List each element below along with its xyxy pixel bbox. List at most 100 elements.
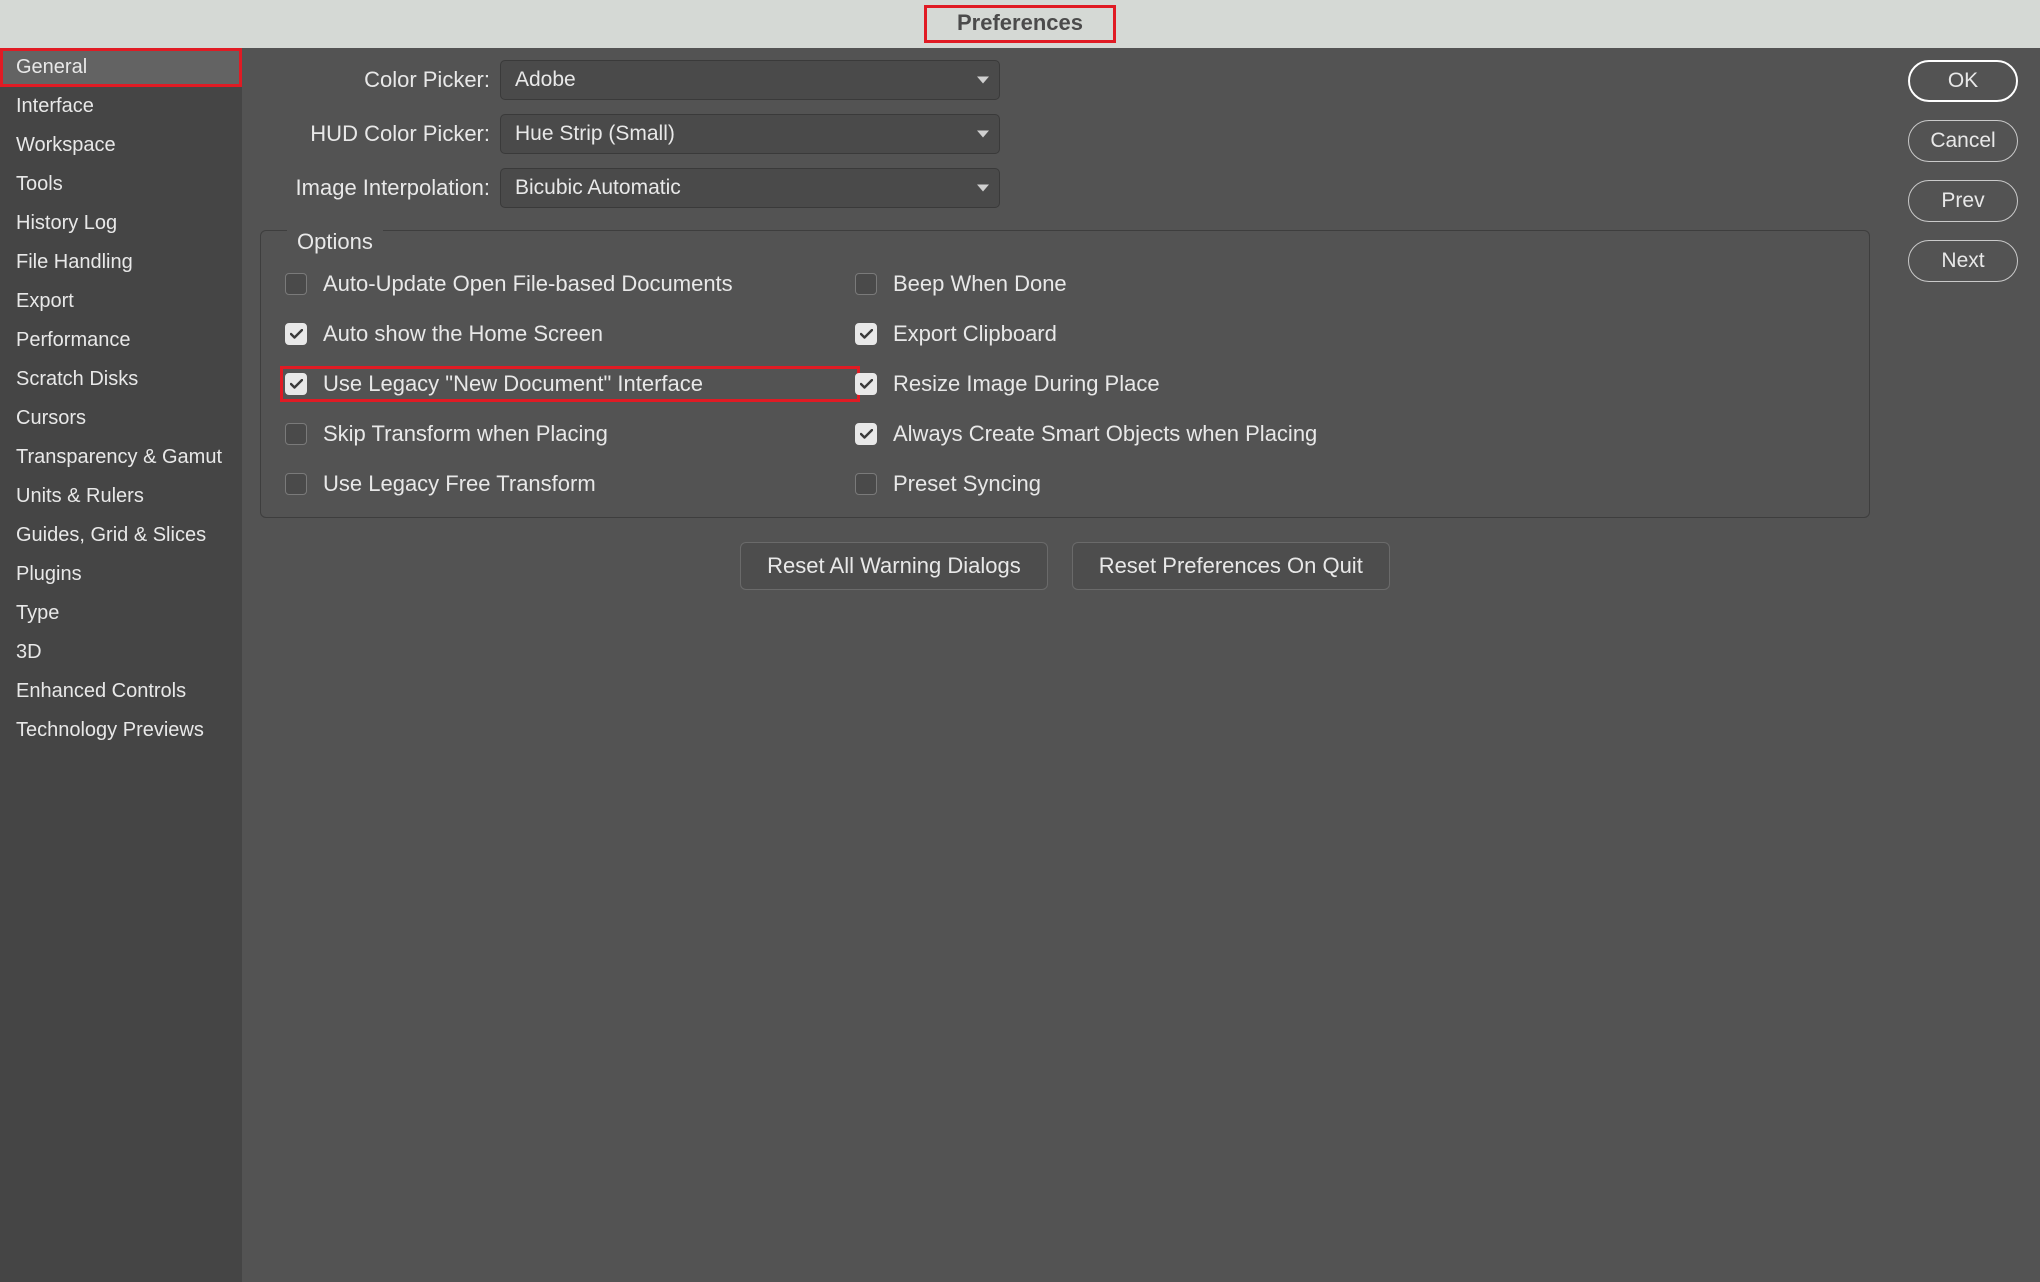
option-label: Beep When Done	[893, 271, 1067, 297]
prev-button[interactable]: Prev	[1908, 180, 2018, 222]
option-auto-update-open-file-based-documents[interactable]: Auto-Update Open File-based Documents	[285, 271, 855, 297]
form-row: Image Interpolation: Bicubic Automatic	[260, 168, 2022, 208]
chevron-down-icon	[977, 131, 989, 138]
sidebar-item-3d[interactable]: 3D	[0, 633, 242, 672]
sidebar-item-plugins[interactable]: Plugins	[0, 555, 242, 594]
sidebar-item-transparency-gamut[interactable]: Transparency & Gamut	[0, 438, 242, 477]
form-row: Color Picker: Adobe	[260, 60, 2022, 100]
sidebar-item-label: Export	[16, 290, 74, 312]
form-label: HUD Color Picker:	[260, 121, 490, 147]
chevron-down-icon	[977, 77, 989, 84]
select-value: Bicubic Automatic	[515, 176, 681, 200]
checkbox[interactable]	[285, 323, 307, 345]
option-use-legacy-new-document-interface[interactable]: Use Legacy "New Document" Interface	[285, 371, 855, 397]
sidebar-item-label: Type	[16, 602, 59, 624]
option-export-clipboard[interactable]: Export Clipboard	[855, 321, 1849, 347]
checkbox[interactable]	[855, 323, 877, 345]
option-skip-transform-when-placing[interactable]: Skip Transform when Placing	[285, 421, 855, 447]
sidebar-item-label: Workspace	[16, 134, 116, 156]
sidebar-item-label: Transparency & Gamut	[16, 446, 222, 468]
option-use-legacy-free-transform[interactable]: Use Legacy Free Transform	[285, 471, 855, 497]
sidebar-item-file-handling[interactable]: File Handling	[0, 243, 242, 282]
sidebar-item-export[interactable]: Export	[0, 282, 242, 321]
option-always-create-smart-objects-when-placing[interactable]: Always Create Smart Objects when Placing	[855, 421, 1849, 447]
sidebar-item-scratch-disks[interactable]: Scratch Disks	[0, 360, 242, 399]
check-icon	[290, 329, 303, 339]
option-label: Always Create Smart Objects when Placing	[893, 421, 1317, 447]
option-label: Use Legacy Free Transform	[323, 471, 596, 497]
select-image-interpolation[interactable]: Bicubic Automatic	[500, 168, 1000, 208]
sidebar-item-general[interactable]: General	[0, 48, 242, 87]
option-auto-show-the-home-screen[interactable]: Auto show the Home Screen	[285, 321, 855, 347]
checkbox[interactable]	[285, 423, 307, 445]
titlebar: Preferences	[0, 0, 2040, 48]
option-label: Preset Syncing	[893, 471, 1041, 497]
sidebar-item-label: Guides, Grid & Slices	[16, 524, 206, 546]
select-color-picker[interactable]: Adobe	[500, 60, 1000, 100]
checkbox[interactable]	[285, 273, 307, 295]
option-label: Resize Image During Place	[893, 371, 1160, 397]
reset-warning-dialogs-button[interactable]: Reset All Warning Dialogs	[740, 542, 1048, 590]
sidebar-item-label: Enhanced Controls	[16, 680, 186, 702]
check-icon	[860, 329, 873, 339]
sidebar-item-cursors[interactable]: Cursors	[0, 399, 242, 438]
titlebar-highlight: Preferences	[924, 5, 1116, 43]
sidebar-item-label: General	[16, 56, 87, 78]
main-panel: Color Picker: Adobe HUD Color Picker: Hue S…	[242, 48, 2040, 1282]
checkbox[interactable]	[855, 423, 877, 445]
sidebar-item-label: Tools	[16, 173, 63, 195]
sidebar-item-workspace[interactable]: Workspace	[0, 126, 242, 165]
sidebar-item-label: Interface	[16, 95, 94, 117]
chevron-down-icon	[977, 185, 989, 192]
sidebar-item-label: Units & Rulers	[16, 485, 144, 507]
options-legend: Options	[287, 229, 383, 255]
ok-button[interactable]: OK	[1908, 60, 2018, 102]
sidebar-item-history-log[interactable]: History Log	[0, 204, 242, 243]
select-hud-color-picker[interactable]: Hue Strip (Small)	[500, 114, 1000, 154]
dialog-buttons: OK Cancel Prev Next	[1908, 60, 2018, 282]
form-row: HUD Color Picker: Hue Strip (Small)	[260, 114, 2022, 154]
sidebar-item-technology-previews[interactable]: Technology Previews	[0, 711, 242, 750]
check-icon	[860, 429, 873, 439]
cancel-button[interactable]: Cancel	[1908, 120, 2018, 162]
checkbox[interactable]	[855, 273, 877, 295]
select-value: Adobe	[515, 68, 576, 92]
sidebar-item-units-rulers[interactable]: Units & Rulers	[0, 477, 242, 516]
select-value: Hue Strip (Small)	[515, 122, 675, 146]
sidebar-item-type[interactable]: Type	[0, 594, 242, 633]
sidebar-item-label: Technology Previews	[16, 719, 204, 741]
sidebar-item-label: Cursors	[16, 407, 86, 429]
next-button[interactable]: Next	[1908, 240, 2018, 282]
sidebar-item-label: History Log	[16, 212, 117, 234]
reset-preferences-on-quit-button[interactable]: Reset Preferences On Quit	[1072, 542, 1390, 590]
option-preset-syncing[interactable]: Preset Syncing	[855, 471, 1849, 497]
checkbox[interactable]	[285, 473, 307, 495]
checkbox[interactable]	[285, 373, 307, 395]
sidebar-item-tools[interactable]: Tools	[0, 165, 242, 204]
sidebar-item-label: File Handling	[16, 251, 133, 273]
options-fieldset: Options Auto-Update Open File-based Docu…	[260, 230, 1870, 518]
window-title: Preferences	[957, 10, 1083, 35]
option-label: Skip Transform when Placing	[323, 421, 608, 447]
option-label: Use Legacy "New Document" Interface	[323, 371, 703, 397]
checkbox[interactable]	[855, 373, 877, 395]
sidebar-item-label: Scratch Disks	[16, 368, 138, 390]
check-icon	[860, 379, 873, 389]
option-label: Auto show the Home Screen	[323, 321, 603, 347]
option-beep-when-done[interactable]: Beep When Done	[855, 271, 1849, 297]
sidebar-item-label: Performance	[16, 329, 131, 351]
sidebar-item-guides-grid-slices[interactable]: Guides, Grid & Slices	[0, 516, 242, 555]
sidebar-item-performance[interactable]: Performance	[0, 321, 242, 360]
sidebar-item-label: 3D	[16, 641, 42, 663]
sidebar-item-enhanced-controls[interactable]: Enhanced Controls	[0, 672, 242, 711]
form-label: Image Interpolation:	[260, 175, 490, 201]
check-icon	[290, 379, 303, 389]
option-resize-image-during-place[interactable]: Resize Image During Place	[855, 371, 1849, 397]
sidebar-item-interface[interactable]: Interface	[0, 87, 242, 126]
checkbox[interactable]	[855, 473, 877, 495]
sidebar-item-label: Plugins	[16, 563, 82, 585]
sidebar: General Interface Workspace Tools History Lo…	[0, 48, 242, 1282]
option-label: Export Clipboard	[893, 321, 1057, 347]
form-label: Color Picker:	[260, 67, 490, 93]
option-label: Auto-Update Open File-based Documents	[323, 271, 733, 297]
